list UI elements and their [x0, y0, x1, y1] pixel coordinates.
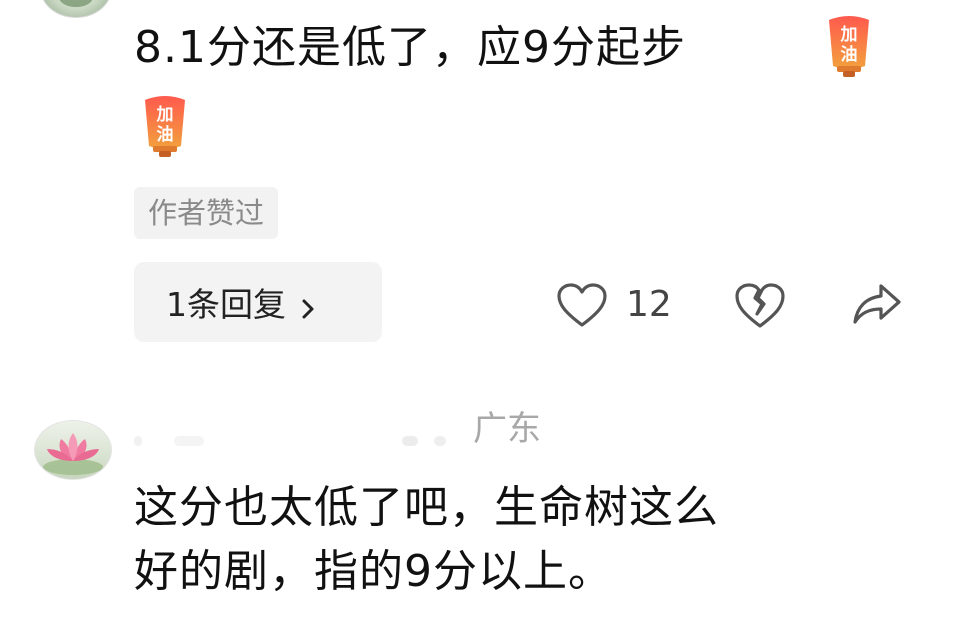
lantern-svg: 加 油	[145, 96, 185, 157]
lantern-char-1: 加	[156, 105, 174, 125]
avatar[interactable]	[34, 420, 112, 480]
view-replies-label: 1条回复	[166, 285, 286, 324]
lotus-icon	[43, 433, 103, 475]
jiayou-lantern-emoji-icon: 加 油	[821, 14, 877, 78]
username-redacted	[134, 428, 464, 448]
location-label: 广东	[473, 409, 541, 449]
like-heart-icon[interactable]	[556, 283, 608, 329]
comment-text-line: 好的剧，指的9分以上。	[134, 546, 613, 597]
share-arrow-icon[interactable]	[851, 280, 903, 328]
dislike-broken-heart-icon[interactable]	[734, 282, 786, 330]
comment-text-line: 8.1分还是低了，应9分起步	[134, 22, 686, 73]
lantern-char-1: 加	[840, 25, 858, 45]
comment-text: 8.1分还是低了，应9分起步	[134, 10, 686, 86]
lantern-char-2: 油	[841, 44, 858, 65]
comment-text-line: 这分也太低了吧，生命树这么	[134, 482, 719, 533]
comment-text: 好的剧，指的9分以上。	[134, 534, 613, 610]
like-count: 12	[626, 284, 672, 325]
jiayou-lantern-emoji-icon: 加 油	[137, 94, 193, 158]
avatar[interactable]	[40, 0, 112, 18]
view-replies-button[interactable]: 1条回复	[134, 262, 382, 342]
chevron-right-icon	[296, 290, 320, 319]
lantern-svg: 加 油	[829, 16, 869, 77]
author-liked-badge: 作者赞过	[134, 187, 279, 239]
lantern-char-2: 油	[157, 124, 174, 145]
